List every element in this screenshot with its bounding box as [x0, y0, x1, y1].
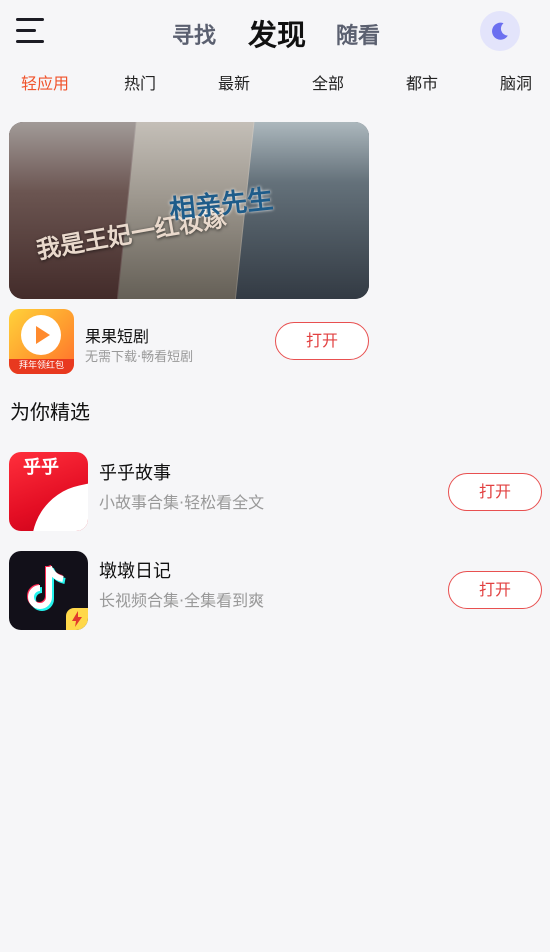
featured-open-button[interactable]: 打开 [275, 322, 369, 360]
night-mode-button[interactable] [480, 11, 520, 51]
app-name: 墩墩日记 [99, 561, 171, 582]
category-tab-all[interactable]: 全部 [312, 70, 344, 94]
top-header: 寻找 发现 随看 [0, 0, 550, 62]
guoguo-app-icon[interactable]: 拜年领红包 [9, 309, 74, 374]
huhu-story-app-icon[interactable]: 乎乎 [9, 452, 88, 531]
moon-icon [492, 22, 508, 40]
category-tab-light-apps[interactable]: 轻应用 [21, 70, 69, 94]
app-description: 长视频合集·全集看到爽 [99, 591, 265, 610]
app-description: 小故事合集·轻松看全文 [99, 493, 265, 512]
page-curl-shape [20, 481, 88, 531]
category-tab-latest[interactable]: 最新 [218, 70, 250, 94]
discover-page: 寻找 发现 随看 轻应用 热门 最新 全部 都市 脑洞 我是王妃一红妆嫁 相亲先… [0, 0, 550, 952]
category-tab-hot[interactable]: 热门 [124, 70, 156, 94]
app-open-button[interactable]: 打开 [448, 571, 542, 609]
tab-browse[interactable]: 随看 [336, 18, 380, 50]
featured-app-name: 果果短剧 [85, 327, 150, 346]
lightning-badge-icon [66, 608, 88, 630]
hamburger-menu-icon[interactable] [16, 18, 46, 44]
dundun-diary-app-icon[interactable] [9, 551, 88, 630]
app-name: 乎乎故事 [99, 463, 171, 484]
tab-search[interactable]: 寻找 [172, 18, 216, 50]
featured-app-description: 无需下载·畅看短剧 [85, 350, 194, 365]
section-title: 为你精选 [10, 400, 90, 424]
tab-discover[interactable]: 发现 [248, 12, 306, 54]
category-tab-fantasy[interactable]: 脑洞 [500, 70, 532, 94]
play-icon [21, 315, 61, 355]
featured-banner[interactable]: 我是王妃一红妆嫁 相亲先生 [9, 122, 369, 299]
icon-glyph: 乎乎 [23, 457, 59, 478]
category-tab-urban[interactable]: 都市 [406, 70, 438, 94]
app-open-button[interactable]: 打开 [448, 473, 542, 511]
category-tabs: 轻应用 热门 最新 全部 都市 脑洞 [0, 70, 550, 94]
icon-ribbon: 拜年领红包 [9, 359, 74, 374]
